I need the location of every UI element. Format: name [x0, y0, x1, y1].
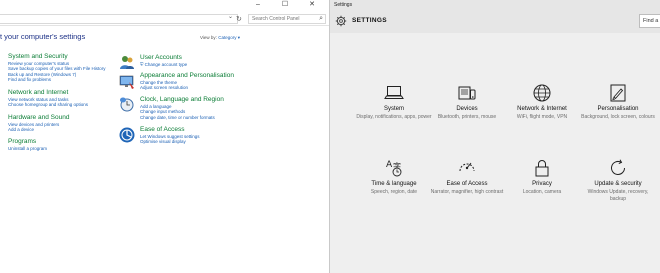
- category-link[interactable]: Choose homegroup and sharing options: [8, 102, 88, 107]
- laptop-icon: [384, 86, 404, 99]
- address-bar[interactable]: ⌄: [0, 14, 238, 24]
- category-title[interactable]: Clock, Language and Region: [140, 96, 224, 104]
- tile-desc: Location, camera: [522, 189, 562, 195]
- tile-title: Network & Internet: [517, 106, 567, 112]
- category-system-and-security: System and Security Review your computer…: [8, 53, 106, 83]
- category-title[interactable]: Hardware and Sound: [8, 114, 69, 122]
- tile-title: System: [383, 106, 404, 112]
- tile-system[interactable]: System Display, notifications, apps, pow…: [354, 83, 434, 153]
- clock-language-icon[interactable]: [119, 96, 135, 112]
- view-by: View by: Category ▾: [200, 35, 240, 41]
- tile-title: Personalisation: [597, 106, 639, 112]
- user-accounts-icon[interactable]: [119, 54, 135, 70]
- minimize-button[interactable]: –: [245, 0, 271, 10]
- globe-icon: [533, 84, 551, 102]
- category-title[interactable]: User Accounts: [140, 54, 187, 62]
- category-programs: Programs Uninstall a program: [8, 138, 47, 151]
- control-panel-titlebar: – ☐ ✕: [0, 0, 329, 10]
- update-icon: [611, 159, 625, 175]
- tile-desc: Narrator, magnifier, high contrast: [430, 189, 504, 195]
- ease-of-access-icon[interactable]: [119, 127, 135, 143]
- category-ease-of-access: Ease of Access Let Windows suggest setti…: [140, 126, 200, 145]
- category-link[interactable]: Find and fix problems: [8, 77, 106, 82]
- category-link-label: Change account type: [144, 62, 188, 67]
- tile-title: Ease of Access: [446, 181, 488, 187]
- refresh-icon[interactable]: ↻: [236, 15, 242, 23]
- category-title[interactable]: Programs: [8, 138, 47, 146]
- paint-icon: [610, 84, 626, 102]
- gear-icon: [335, 15, 347, 27]
- category-user-accounts: User Accounts ⛨ Change account type: [140, 54, 187, 67]
- category-network-and-internet: Network and Internet View network status…: [8, 89, 88, 108]
- find-placeholder: Find a: [643, 18, 659, 24]
- category-link[interactable]: Optimise visual display: [140, 139, 200, 144]
- category-link[interactable]: Add a device: [8, 127, 69, 132]
- devices-icon: [458, 86, 476, 100]
- category-link[interactable]: ⛨ Change account type: [140, 62, 187, 67]
- settings-header: SETTINGS Find a: [330, 11, 660, 33]
- tile-desc: Speech, region, date: [370, 189, 418, 195]
- tile-desc: Windows Update, recovery, backup: [587, 189, 649, 202]
- tile-update-and-security[interactable]: Update & security Windows Update, recove…: [578, 158, 658, 228]
- find-setting-input[interactable]: Find a: [639, 14, 660, 28]
- category-hardware-and-sound: Hardware and Sound View devices and prin…: [8, 114, 69, 133]
- control-panel-window: – ☐ ✕ ⌄ ↻ Search Control Panel ⌕ t your …: [0, 0, 329, 273]
- close-button[interactable]: ✕: [299, 0, 325, 10]
- page-title: t your computer's settings: [0, 32, 86, 41]
- category-title[interactable]: Network and Internet: [8, 89, 88, 97]
- control-panel-toolbar: ⌄ ↻ Search Control Panel ⌕: [0, 12, 329, 26]
- tile-personalisation[interactable]: Personalisation Background, lock screen,…: [578, 83, 658, 153]
- tile-time-and-language[interactable]: A 字 Time & language Speech, region, date: [354, 158, 434, 228]
- tile-ease-of-access[interactable]: Ease of Access Narrator, magnifier, high…: [427, 158, 507, 228]
- tile-devices[interactable]: Devices Bluetooth, printers, mouse: [427, 83, 507, 153]
- tile-title: Update & security: [594, 181, 642, 187]
- tile-desc: Bluetooth, printers, mouse: [437, 114, 497, 120]
- search-input[interactable]: Search Control Panel ⌕: [248, 14, 326, 24]
- tile-desc: Background, lock screen, colours: [581, 114, 655, 120]
- tile-network-and-internet[interactable]: Network & Internet WiFi, flight mode, VP…: [502, 83, 582, 153]
- category-appearance-and-personalisation: Appearance and Personalisation Change th…: [140, 72, 234, 91]
- view-by-dropdown[interactable]: Category ▾: [218, 35, 240, 40]
- tile-privacy[interactable]: Privacy Location, camera: [502, 158, 582, 228]
- category-link[interactable]: Adjust screen resolution: [140, 85, 234, 90]
- tile-desc: WiFi, flight mode, VPN: [516, 114, 568, 120]
- ease-of-access-icon: [459, 162, 475, 172]
- time-language-icon: A 字: [386, 160, 402, 177]
- tile-title: Privacy: [532, 181, 552, 187]
- category-link[interactable]: Uninstall a program: [8, 146, 47, 151]
- svg-text:A: A: [386, 160, 393, 170]
- view-by-label: View by:: [200, 35, 217, 40]
- category-title[interactable]: Ease of Access: [140, 126, 200, 134]
- chevron-down-icon[interactable]: ⌄: [228, 13, 233, 20]
- category-title[interactable]: Appearance and Personalisation: [140, 72, 234, 80]
- category-clock-language-and-region: Clock, Language and Region Add a languag…: [140, 96, 224, 120]
- search-icon[interactable]: ⌕: [319, 15, 323, 23]
- category-link[interactable]: Change date, time or number formats: [140, 115, 224, 120]
- shield-icon: ⛨: [140, 62, 144, 67]
- settings-titlebar: Settings: [330, 0, 660, 11]
- search-placeholder: Search Control Panel: [252, 16, 300, 22]
- tile-desc: Display, notifications, apps, power: [356, 114, 432, 120]
- appearance-icon[interactable]: [119, 74, 135, 90]
- tile-title: Devices: [456, 106, 478, 112]
- lock-icon: [535, 160, 549, 177]
- tile-title: Time & language: [371, 181, 417, 187]
- maximize-button[interactable]: ☐: [272, 0, 298, 10]
- app-title: Settings: [334, 2, 353, 8]
- settings-window: Settings SETTINGS Find a System Display,…: [329, 0, 660, 273]
- page-title: SETTINGS: [352, 17, 387, 24]
- category-title[interactable]: System and Security: [8, 53, 106, 61]
